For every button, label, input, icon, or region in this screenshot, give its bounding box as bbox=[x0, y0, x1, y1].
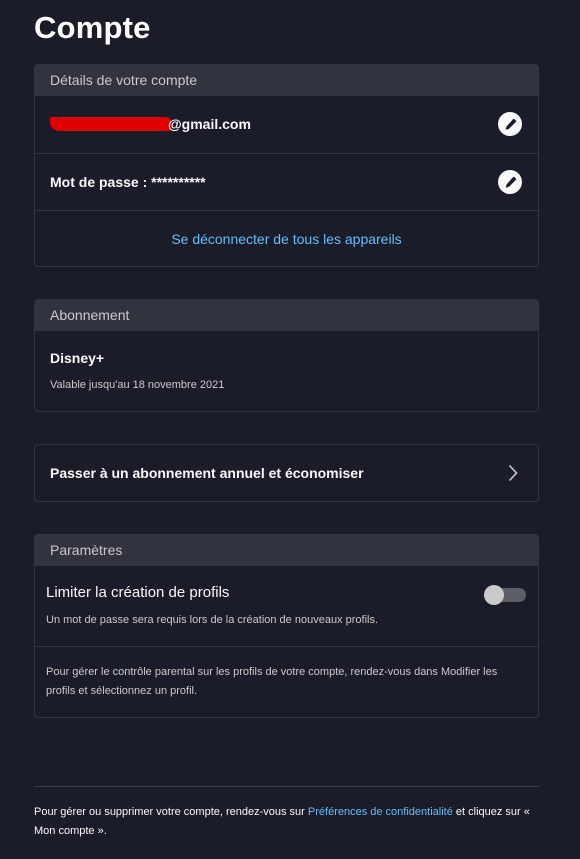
limit-profiles-title: Limiter la création de profils bbox=[46, 584, 230, 601]
settings-card: Paramètres Limiter la création de profil… bbox=[34, 534, 539, 718]
password-label: Mot de passe : ********** bbox=[50, 174, 206, 190]
upgrade-row[interactable]: Passer à un abonnement annuel et économi… bbox=[35, 445, 538, 502]
footer-text: Pour gérer ou supprimer votre compte, re… bbox=[34, 803, 539, 841]
subscription-card: Abonnement Disney+ Valable jusqu'au 18 n… bbox=[34, 299, 539, 412]
footer-text-before: Pour gérer ou supprimer votre compte, re… bbox=[34, 806, 308, 818]
plan-validity: Valable jusqu'au 18 novembre 2021 bbox=[50, 379, 225, 391]
toggle-knob bbox=[484, 585, 504, 605]
pencil-icon bbox=[505, 176, 516, 188]
upgrade-card[interactable]: Passer à un abonnement annuel et économi… bbox=[34, 444, 539, 502]
parental-control-row: Pour gérer le contrôle parental sur les … bbox=[35, 646, 538, 717]
plan-name: Disney+ bbox=[50, 350, 105, 366]
email-suffix: @gmail.com bbox=[168, 116, 251, 132]
privacy-preferences-link[interactable]: Préférences de confidentialité bbox=[308, 806, 453, 818]
edit-password-button[interactable] bbox=[498, 170, 522, 194]
logout-row: Se déconnecter de tous les appareils bbox=[35, 210, 538, 267]
limit-profiles-description: Un mot de passe sera requis lors de la c… bbox=[46, 614, 379, 626]
chevron-right-icon bbox=[508, 464, 518, 482]
settings-header: Paramètres bbox=[35, 535, 538, 566]
page-title: Compte bbox=[34, 10, 151, 45]
limit-profiles-toggle[interactable] bbox=[484, 585, 526, 605]
password-row: Mot de passe : ********** bbox=[35, 153, 538, 210]
email-redaction bbox=[50, 117, 172, 131]
email-value: @gmail.com bbox=[50, 116, 251, 132]
email-row: @gmail.com bbox=[35, 96, 538, 153]
edit-email-button[interactable] bbox=[498, 112, 522, 136]
upgrade-label: Passer à un abonnement annuel et économi… bbox=[50, 465, 364, 481]
pencil-icon bbox=[505, 118, 516, 130]
parental-control-text: Pour gérer le contrôle parental sur les … bbox=[46, 666, 498, 697]
account-details-header: Détails de votre compte bbox=[35, 65, 538, 96]
account-details-card: Détails de votre compte @gmail.com Mot d… bbox=[34, 64, 539, 267]
logout-all-devices-link[interactable]: Se déconnecter de tous les appareils bbox=[35, 231, 538, 247]
footer-divider bbox=[34, 786, 539, 787]
limit-profiles-row: Limiter la création de profils Un mot de… bbox=[35, 566, 538, 646]
subscription-row: Disney+ Valable jusqu'au 18 novembre 202… bbox=[35, 331, 538, 411]
subscription-header: Abonnement bbox=[35, 300, 538, 331]
